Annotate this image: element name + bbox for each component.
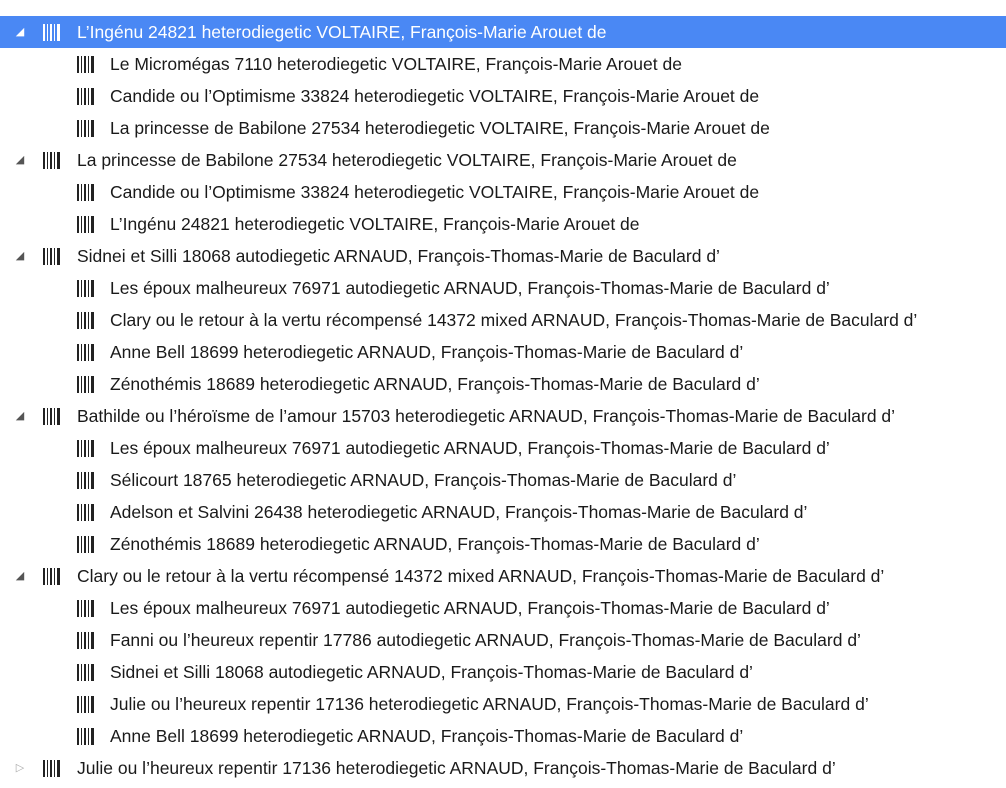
barcode-icon [43,568,63,585]
barcode-icon [77,184,97,201]
tree-child-label: L’Ingénu 24821 heterodiegetic VOLTAIRE, … [110,214,640,234]
tree-node-label: Julie ou l’heureux repentir 17136 hetero… [77,758,836,778]
tree-child-node[interactable]: Zénothémis 18689 heterodiegetic ARNAUD, … [0,368,1006,400]
barcode-icon [43,408,63,425]
triangle-expanded-icon[interactable]: ◢ [14,560,26,592]
tree-node[interactable]: ◢ La princesse de Babilone 27534 heterodi… [0,144,1006,176]
tree-child-label: Sidnei et Silli 18068 autodiegetic ARNAU… [110,662,753,682]
triangle-expanded-icon[interactable]: ◢ [14,144,26,176]
tree-child-node[interactable]: Anne Bell 18699 heterodiegetic ARNAUD, F… [0,720,1006,752]
tree-child-node[interactable]: Candide ou l’Optimisme 33824 heterodiege… [0,176,1006,208]
tree-node-label: La princesse de Babilone 27534 heterodie… [77,150,737,170]
tree-child-label: Le Micromégas 7110 heterodiegetic VOLTAI… [110,54,682,74]
tree-child-label: Fanni ou l’heureux repentir 17786 autodi… [110,630,861,650]
barcode-icon [77,216,97,233]
barcode-icon [77,696,97,713]
tree-child-node[interactable]: Les époux malheureux 76971 autodiegetic … [0,592,1006,624]
barcode-icon [77,88,97,105]
triangle-collapsed-icon[interactable]: ▷ [14,752,26,784]
tree-child-node[interactable]: Fanni ou l’heureux repentir 17786 autodi… [0,624,1006,656]
tree-child-node[interactable]: Zénothémis 18689 heterodiegetic ARNAUD, … [0,528,1006,560]
tree-view: ◢ L’Ingénu 24821 heterodiegetic VOLTAIRE,… [0,0,1006,784]
tree-node-label: Sidnei et Silli 18068 autodiegetic ARNAU… [77,246,720,266]
tree-child-label: Les époux malheureux 76971 autodiegetic … [110,598,830,618]
barcode-icon [77,344,97,361]
tree-child-node[interactable]: L’Ingénu 24821 heterodiegetic VOLTAIRE, … [0,208,1006,240]
tree-child-label: Clary ou le retour à la vertu récompensé… [110,310,918,330]
tree-child-label: Les époux malheureux 76971 autodiegetic … [110,438,830,458]
tree-child-node[interactable]: La princesse de Babilone 27534 heterodie… [0,112,1006,144]
tree-child-node[interactable]: Anne Bell 18699 heterodiegetic ARNAUD, F… [0,336,1006,368]
barcode-icon [77,280,97,297]
tree-child-node[interactable]: Clary ou le retour à la vertu récompensé… [0,304,1006,336]
barcode-icon [43,24,63,41]
tree-child-node[interactable]: Les époux malheureux 76971 autodiegetic … [0,272,1006,304]
barcode-icon [77,56,97,73]
barcode-icon [77,312,97,329]
triangle-expanded-icon[interactable]: ◢ [14,240,26,272]
tree-child-node[interactable]: Sidnei et Silli 18068 autodiegetic ARNAU… [0,656,1006,688]
barcode-icon [77,440,97,457]
barcode-icon [77,632,97,649]
tree-child-label: Candide ou l’Optimisme 33824 heterodiege… [110,86,760,106]
barcode-icon [77,120,97,137]
barcode-icon [77,600,97,617]
tree-child-node[interactable]: Julie ou l’heureux repentir 17136 hetero… [0,688,1006,720]
tree-node-label: Clary ou le retour à la vertu récompensé… [77,566,885,586]
barcode-icon [43,152,63,169]
tree-child-node[interactable]: Les époux malheureux 76971 autodiegetic … [0,432,1006,464]
triangle-expanded-icon[interactable]: ◢ [14,16,26,48]
tree-child-label: Les époux malheureux 76971 autodiegetic … [110,278,830,298]
triangle-expanded-icon[interactable]: ◢ [14,400,26,432]
tree-child-label: Adelson et Salvini 26438 heterodiegetic … [110,502,808,522]
tree-child-label: Candide ou l’Optimisme 33824 heterodiege… [110,182,760,202]
barcode-icon [77,728,97,745]
tree-child-node[interactable]: Adelson et Salvini 26438 heterodiegetic … [0,496,1006,528]
tree-node-label: Bathilde ou l’héroïsme de l’amour 15703 … [77,406,896,426]
barcode-icon [77,664,97,681]
barcode-icon [43,248,63,265]
tree-child-node[interactable]: Sélicourt 18765 heterodiegetic ARNAUD, F… [0,464,1006,496]
tree-node-label: L’Ingénu 24821 heterodiegetic VOLTAIRE, … [77,22,607,42]
barcode-icon [77,472,97,489]
tree-child-label: Sélicourt 18765 heterodiegetic ARNAUD, F… [110,470,737,490]
tree-child-label: Zénothémis 18689 heterodiegetic ARNAUD, … [110,534,760,554]
barcode-icon [43,760,63,777]
barcode-icon [77,504,97,521]
tree-node[interactable]: ◢ L’Ingénu 24821 heterodiegetic VOLTAIRE,… [0,16,1006,48]
tree-child-label: La princesse de Babilone 27534 heterodie… [110,118,770,138]
tree-node[interactable]: ◢ Sidnei et Silli 18068 autodiegetic ARNA… [0,240,1006,272]
tree-node[interactable]: ◢ Bathilde ou l’héroïsme de l’amour 15703… [0,400,1006,432]
tree-node[interactable]: ◢ Clary ou le retour à la vertu récompens… [0,560,1006,592]
tree-child-label: Julie ou l’heureux repentir 17136 hetero… [110,694,869,714]
tree-child-node[interactable]: Candide ou l’Optimisme 33824 heterodiege… [0,80,1006,112]
tree-node[interactable]: ▷ Julie ou l’heureux repentir 17136 heter… [0,752,1006,784]
tree-child-label: Anne Bell 18699 heterodiegetic ARNAUD, F… [110,342,744,362]
barcode-icon [77,376,97,393]
tree-child-label: Zénothémis 18689 heterodiegetic ARNAUD, … [110,374,760,394]
tree-child-label: Anne Bell 18699 heterodiegetic ARNAUD, F… [110,726,744,746]
barcode-icon [77,536,97,553]
tree-child-node[interactable]: Le Micromégas 7110 heterodiegetic VOLTAI… [0,48,1006,80]
